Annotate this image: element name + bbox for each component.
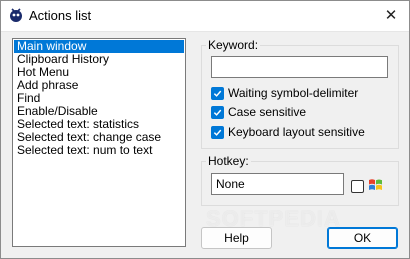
list-item[interactable]: Selected text: num to text [14,144,184,157]
window-title: Actions list [29,8,92,23]
hotkey-input[interactable]: None [211,173,344,195]
keyboard-layout-sensitive-checkbox[interactable] [211,125,224,139]
waiting-symbol-delimiter-option[interactable]: Waiting symbol-delimiter [211,86,358,100]
waiting-symbol-delimiter-checkbox[interactable] [211,86,224,100]
close-button[interactable]: ✕ [379,5,403,25]
keyboard-layout-sensitive-option[interactable]: Keyboard layout sensitive [211,125,365,139]
keyboard-layout-sensitive-label: Keyboard layout sensitive [228,125,365,139]
ok-button[interactable]: OK [327,227,398,249]
actions-list-dialog: Actions list ✕ Main window Clipboard His… [0,0,410,259]
waiting-symbol-delimiter-label: Waiting symbol-delimiter [228,86,359,100]
windows-logo-icon [369,179,382,190]
keyword-label: Keyword: [206,38,261,52]
help-button[interactable]: Help [201,227,272,249]
app-icon [10,8,22,22]
checkmark-icon [213,129,222,136]
close-icon: ✕ [384,7,398,24]
case-sensitive-checkbox[interactable] [211,105,224,119]
title-bar: Actions list ✕ [1,1,409,32]
case-sensitive-label: Case sensitive [228,105,307,119]
actions-listbox[interactable]: Main window Clipboard History Hot Menu A… [12,38,186,247]
win-key-checkbox[interactable] [351,180,364,193]
case-sensitive-option[interactable]: Case sensitive [211,105,306,119]
keyword-input[interactable] [211,56,388,78]
hotkey-label: Hotkey: [206,154,251,168]
checkmark-icon [213,109,222,116]
checkmark-icon [213,90,222,97]
